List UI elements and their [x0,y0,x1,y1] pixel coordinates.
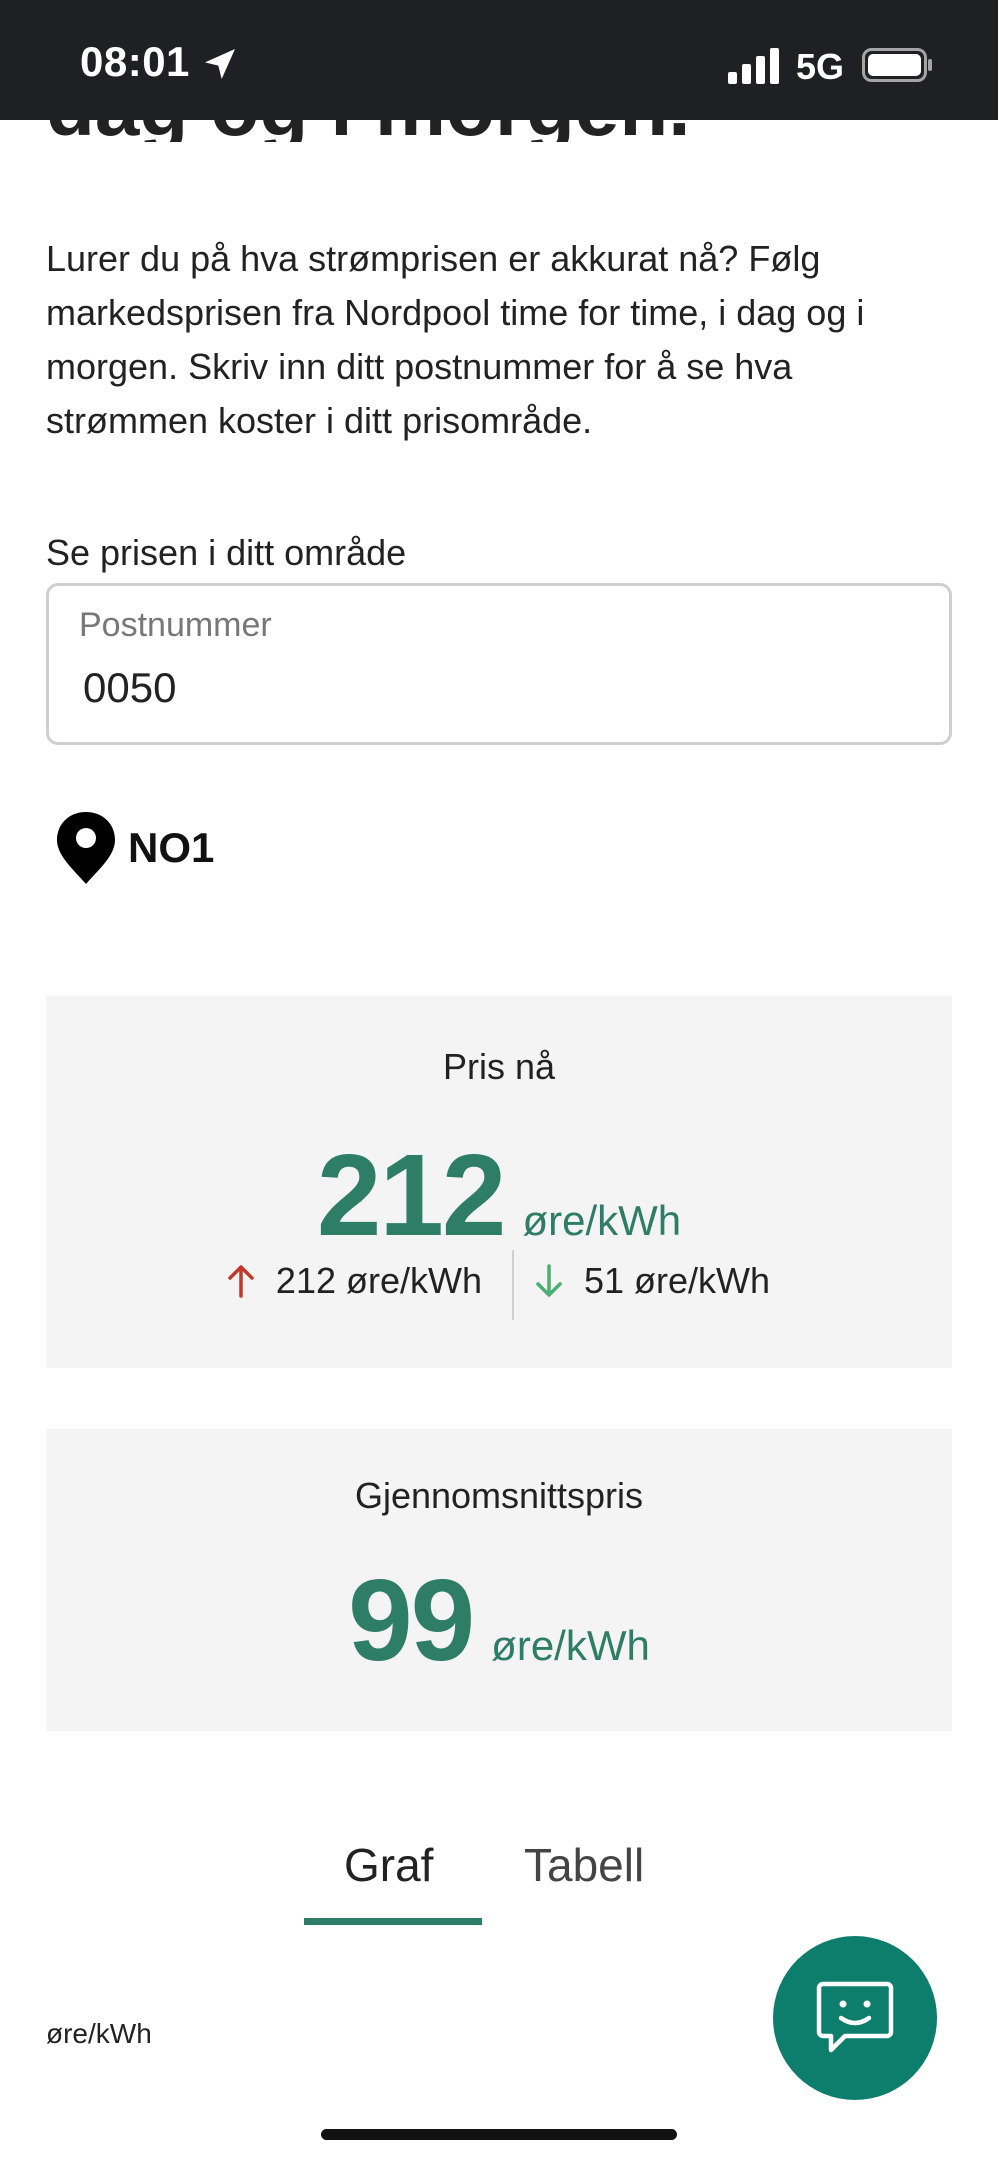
average-price-row: 99 øre/kWh [46,1553,952,1687]
arrow-down-icon [536,1264,562,1297]
postcode-placeholder: Postnummer [79,606,272,644]
chat-button[interactable] [773,1936,937,2100]
arrow-up-icon [228,1265,254,1298]
price-area-code: NO1 [128,824,215,871]
max-price: 212 øre/kWh [226,1260,482,1302]
postcode-input[interactable] [83,664,883,712]
current-price-card: Pris nå 212 øre/kWh 212 øre/kWh 51 øre/kW… [46,996,952,1368]
postcode-field[interactable]: Postnummer [46,583,952,745]
home-indicator [321,2129,677,2140]
location-arrow-icon [205,49,235,79]
min-price-value: 51 øre/kWh [584,1260,771,1301]
current-price-row: 212 øre/kWh [46,1128,952,1262]
map-pin-icon [57,812,115,884]
signal-bars-icon [728,48,779,84]
intro-text: Lurer du på hva strømprisen er akkurat n… [46,238,865,441]
page-heading-clip: dag og i morgen. [0,120,998,142]
max-price-value: 212 øre/kWh [275,1260,482,1301]
chat-smiley-icon [816,1981,894,2053]
average-price-title: Gjennomsnittspris [354,1475,644,1516]
status-time: 08:01 [80,38,190,85]
postcode-label: Se prisen i ditt område [46,532,407,573]
average-price-card: Gjennomsnittspris 99 øre/kWh [46,1429,952,1731]
current-price-value: 212 [316,1130,507,1260]
active-tab-indicator [304,1918,482,1925]
current-price-title: Pris nå [442,1046,556,1087]
battery-icon [862,48,932,82]
current-price-unit: øre/kWh [522,1197,682,1244]
network-type: 5G [796,46,845,87]
status-bar: 08:01 5G [0,0,998,120]
chart-unit-label: øre/kWh [46,2018,152,2049]
tab-tabell[interactable]: Tabell [524,1838,644,1892]
min-max-divider [512,1250,514,1320]
page-heading: dag og i morgen. [46,120,690,142]
average-price-value: 99 [348,1555,475,1685]
tab-graf[interactable]: Graf [344,1838,433,1892]
average-price-unit: øre/kWh [491,1622,650,1669]
min-price: 51 øre/kWh [516,1260,770,1302]
min-max-row: 212 øre/kWh 51 øre/kWh [46,1250,952,1320]
